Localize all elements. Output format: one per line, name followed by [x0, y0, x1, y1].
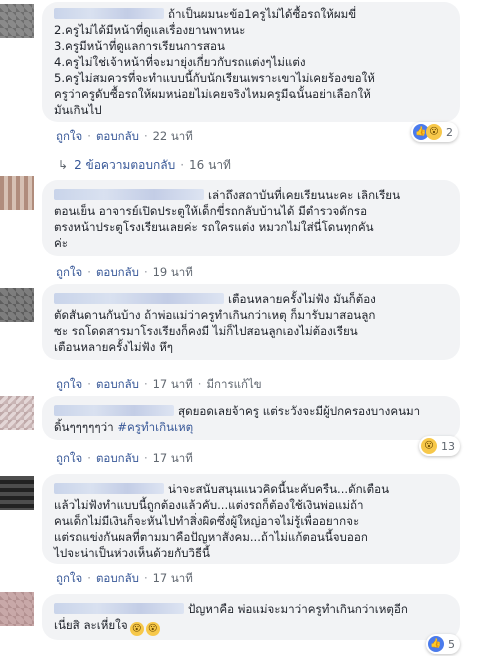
- comment-text: น่าจะสนับสนุนแนวคิดนี้นะคับครืน...ดักเตื…: [168, 482, 390, 496]
- timestamp[interactable]: 17 นาที: [153, 377, 193, 391]
- commenter-name[interactable]: [54, 603, 184, 614]
- comment-text: ดิ้นๆๆๆๆๆว่า: [54, 420, 114, 434]
- comment-bubble: ถ้าเป็นผมนะข้อ1ครูไม่ได้ซื้อรถให้ผมขี่ 2…: [42, 2, 460, 122]
- comment-actions: ถูกใจ · ตอบกลับ · 19 นาที: [56, 265, 193, 279]
- replies-count[interactable]: 2 ข้อความตอบกลับ: [74, 158, 175, 172]
- like-link[interactable]: ถูกใจ: [56, 451, 82, 465]
- avatar[interactable]: [0, 476, 34, 510]
- avatar[interactable]: [0, 176, 34, 210]
- like-link[interactable]: ถูกใจ: [56, 265, 82, 279]
- reaction-count: 2: [446, 125, 453, 139]
- like-icon: 👍: [428, 636, 444, 652]
- comment-text: แต่รถแข่งกันผลที่ตามมาคือปัญหาสังคม...ถ้…: [54, 530, 368, 544]
- reaction-count: 13: [441, 439, 455, 453]
- comment-text: มันเกินไป: [54, 103, 102, 117]
- comment-text: ถ้าเป็นผมนะข้อ1ครูไม่ได้ซื้อรถให้ผมขี่: [168, 7, 357, 21]
- comment-text: ครูว่าครูดับซื้อรถให้ผมหน่อยไม่เคยจริงไห…: [54, 87, 371, 101]
- reply-link[interactable]: ตอบกลับ: [96, 571, 139, 585]
- comment-bubble: สุดยอดเลยจ้าครู แต่ระวังจะมีผู้ปกครองบาง…: [42, 396, 460, 440]
- comment-text: ตรงหน้าประตูโรงเรียนเลยค่ะ รถใครแต่ง หมว…: [54, 220, 374, 234]
- wow-emoji-icon: 😮: [145, 622, 160, 636]
- comment-text: ค่ะ: [54, 236, 68, 250]
- comment-text: เนี่ยสิ ละเหี่ยใจ: [54, 618, 128, 632]
- like-link[interactable]: ถูกใจ: [56, 129, 82, 143]
- wow-icon: 😮: [426, 124, 442, 140]
- avatar[interactable]: [0, 4, 34, 38]
- commenter-name[interactable]: [54, 189, 204, 200]
- comment-actions: ถูกใจ · ตอบกลับ · 17 นาที: [56, 571, 193, 585]
- comment-actions: ถูกใจ · ตอบกลับ · 22 นาที: [56, 129, 193, 143]
- comment-text: 5.ครูไม่สมควรที่จะทำแบบนี้กับนักเรียนเพร…: [54, 71, 375, 85]
- avatar[interactable]: [0, 288, 34, 322]
- reaction-summary[interactable]: 👍 5: [426, 634, 460, 654]
- reply-link[interactable]: ตอบกลับ: [96, 451, 139, 465]
- hashtag-link[interactable]: #ครูทำเกินเหตุ: [117, 420, 193, 434]
- comment-actions: ถูกใจ · ตอบกลับ · 17 นาที · มีการแก้ไข: [56, 377, 262, 391]
- timestamp: 16 นาที: [189, 158, 231, 172]
- like-link[interactable]: ถูกใจ: [56, 571, 82, 585]
- commenter-name[interactable]: [54, 405, 174, 416]
- comment-text: ตอนเย็น อาจารย์เปิดประตูให้เด็กขี่รถกลับ…: [54, 204, 368, 218]
- timestamp[interactable]: 17 นาที: [153, 571, 193, 585]
- commenter-name[interactable]: [54, 293, 224, 304]
- comment-text: ซะ รถโดดสารมาโรงเรียงก็คงมี ไม่ก็ไปสอนลู…: [54, 324, 358, 338]
- comment-bubble: น่าจะสนับสนุนแนวคิดนี้นะคับครืน...ดักเตื…: [42, 474, 460, 564]
- comment-text: สุดยอดเลยจ้าครู แต่ระวังจะมีผู้ปกครองบาง…: [178, 404, 421, 418]
- comment-text: เล่าถึงสถาบันที่เคยเรียนนะคะ เลิกเรียน: [208, 188, 401, 202]
- comment-text: ปัญหาคือ พ่อแม่จะมาว่าครูทำเกินกว่าเหตุอ…: [188, 602, 408, 616]
- comment-text: คนเด็กไม่มีเงินก็จะหันไปทำสิ่งผิดซึ่งผู้…: [54, 514, 360, 528]
- comment-text: 2.ครูไม่ได้มีหน้าที่ดูแลเรื่องยานพาหนะ: [54, 23, 246, 37]
- comment-bubble: เล่าถึงสถาบันที่เคยเรียนนะคะ เลิกเรียน ต…: [42, 180, 460, 256]
- reaction-summary[interactable]: 😮 13: [419, 436, 460, 456]
- reaction-summary[interactable]: 👍 😮 2: [411, 122, 458, 142]
- reply-link[interactable]: ตอบกลับ: [96, 129, 139, 143]
- comment-text: 4.ครูไม่ใช่เจ้าหน้าที่จะมายุ่งเกี่ยวกับร…: [54, 55, 306, 69]
- comment-bubble: เตือนหลายครั้งไม่ฟัง มันก็ต้อง ตัดสันดาน…: [42, 284, 460, 360]
- reaction-count: 5: [448, 637, 455, 651]
- timestamp[interactable]: 22 นาที: [153, 129, 193, 143]
- commenter-name[interactable]: [54, 8, 164, 19]
- comment-text: ตัดสันดานกันบ้าง ถ้าพ่อแม่ว่าครูทำเกินกว…: [54, 308, 376, 322]
- comment-text: 3.ครูมีหน้าที่ดูแลการเรียนการสอน: [54, 39, 225, 53]
- comment-actions: ถูกใจ · ตอบกลับ · 17 นาที: [56, 451, 193, 465]
- avatar[interactable]: [0, 592, 34, 626]
- comment-bubble: ปัญหาคือ พ่อแม่จะมาว่าครูทำเกินกว่าเหตุอ…: [42, 594, 460, 640]
- comment-text: ไปจะน่าเป็นห่วงเห็นด้วยกับวิธีนี้: [54, 546, 210, 560]
- reply-link[interactable]: ตอบกลับ: [96, 265, 139, 279]
- comment-text: เตือนหลายครั้งไม่ฟัง หึๆ: [54, 340, 173, 354]
- edited-label[interactable]: มีการแก้ไข: [206, 377, 261, 391]
- timestamp[interactable]: 19 นาที: [153, 265, 193, 279]
- reply-arrow-icon: ↳: [58, 158, 69, 172]
- view-replies-link[interactable]: ↳ 2 ข้อความตอบกลับ · 16 นาที: [58, 156, 231, 175]
- timestamp[interactable]: 17 นาที: [153, 451, 193, 465]
- commenter-name[interactable]: [54, 483, 164, 494]
- like-link[interactable]: ถูกใจ: [56, 377, 82, 391]
- wow-emoji-icon: 😮: [129, 622, 144, 636]
- reply-link[interactable]: ตอบกลับ: [96, 377, 139, 391]
- wow-icon: 😮: [421, 438, 437, 454]
- avatar[interactable]: [0, 396, 34, 430]
- comment-text: แล้วไม่ฟังทำแบบนี้ถูกต้องแล้วคับ...แต่งร…: [54, 498, 364, 512]
- comment-text: เตือนหลายครั้งไม่ฟัง มันก็ต้อง: [228, 292, 376, 306]
